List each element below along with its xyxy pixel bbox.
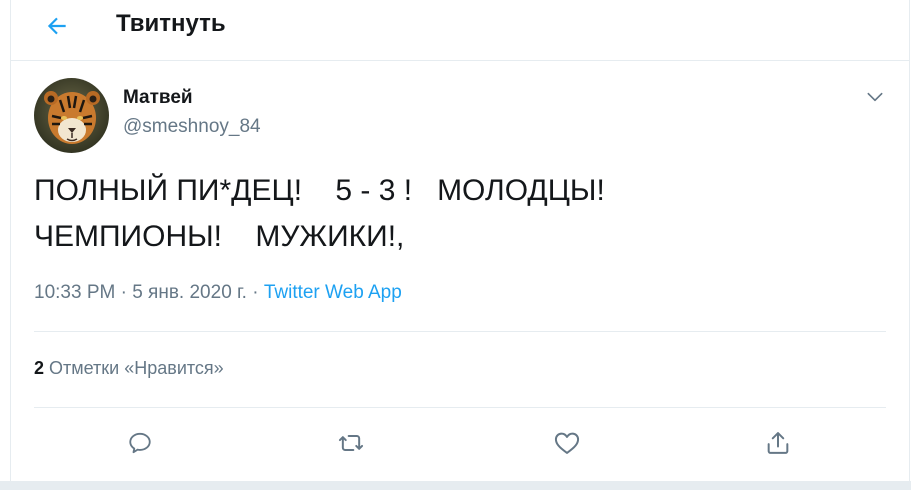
- page-title: Твитнуть: [116, 10, 226, 37]
- likes-label: Отметки «Нравится»: [44, 358, 224, 378]
- arrow-left-icon: [47, 17, 66, 35]
- author-name[interactable]: Матвей: [123, 87, 193, 109]
- page-header: Твитнуть: [11, 0, 909, 61]
- like-icon: [554, 432, 580, 454]
- like-button[interactable]: [549, 425, 585, 461]
- tweet-page: Твитнуть Матвей @smeshnoy_84 ПОЛНЫЙ ПИ*Д…: [10, 0, 910, 481]
- tweet-text-line1: ПОЛНЫЙ ПИ*ДЕЦ! 5 - 3 ! МОЛОДЦЫ!: [34, 174, 605, 207]
- tweet-meta: 10:33 PM · 5 янв. 2020 г. · Twitter Web …: [34, 282, 402, 304]
- divider: [34, 331, 886, 332]
- likes-stat[interactable]: 2 Отметки «Нравится»: [34, 358, 224, 379]
- share-button[interactable]: [760, 425, 796, 461]
- share-icon: [767, 432, 789, 454]
- reply-button[interactable]: [122, 425, 158, 461]
- divider: [34, 407, 886, 408]
- author-handle[interactable]: @smeshnoy_84: [123, 116, 261, 138]
- more-options-button[interactable]: [861, 83, 889, 111]
- back-button[interactable]: [39, 8, 75, 44]
- tweet-timestamp[interactable]: 10:33 PM · 5 янв. 2020 г. ·: [34, 282, 264, 303]
- tweet-source-link[interactable]: Twitter Web App: [264, 282, 402, 303]
- reply-icon: [129, 432, 151, 454]
- retweet-button[interactable]: [333, 425, 369, 461]
- page-bottom-strip: [0, 481, 911, 490]
- avatar[interactable]: [34, 78, 109, 153]
- tiger-avatar-image: [34, 78, 109, 153]
- chevron-down-icon: [867, 92, 883, 102]
- likes-count: 2: [34, 358, 45, 378]
- retweet-icon: [338, 435, 364, 451]
- tweet-text-line2: ЧЕМПИОНЫ! МУЖИКИ!,: [34, 220, 405, 253]
- tweet-text: ПОЛНЫЙ ПИ*ДЕЦ! 5 - 3 ! МОЛОДЦЫ! ЧЕМПИОНЫ…: [34, 168, 894, 260]
